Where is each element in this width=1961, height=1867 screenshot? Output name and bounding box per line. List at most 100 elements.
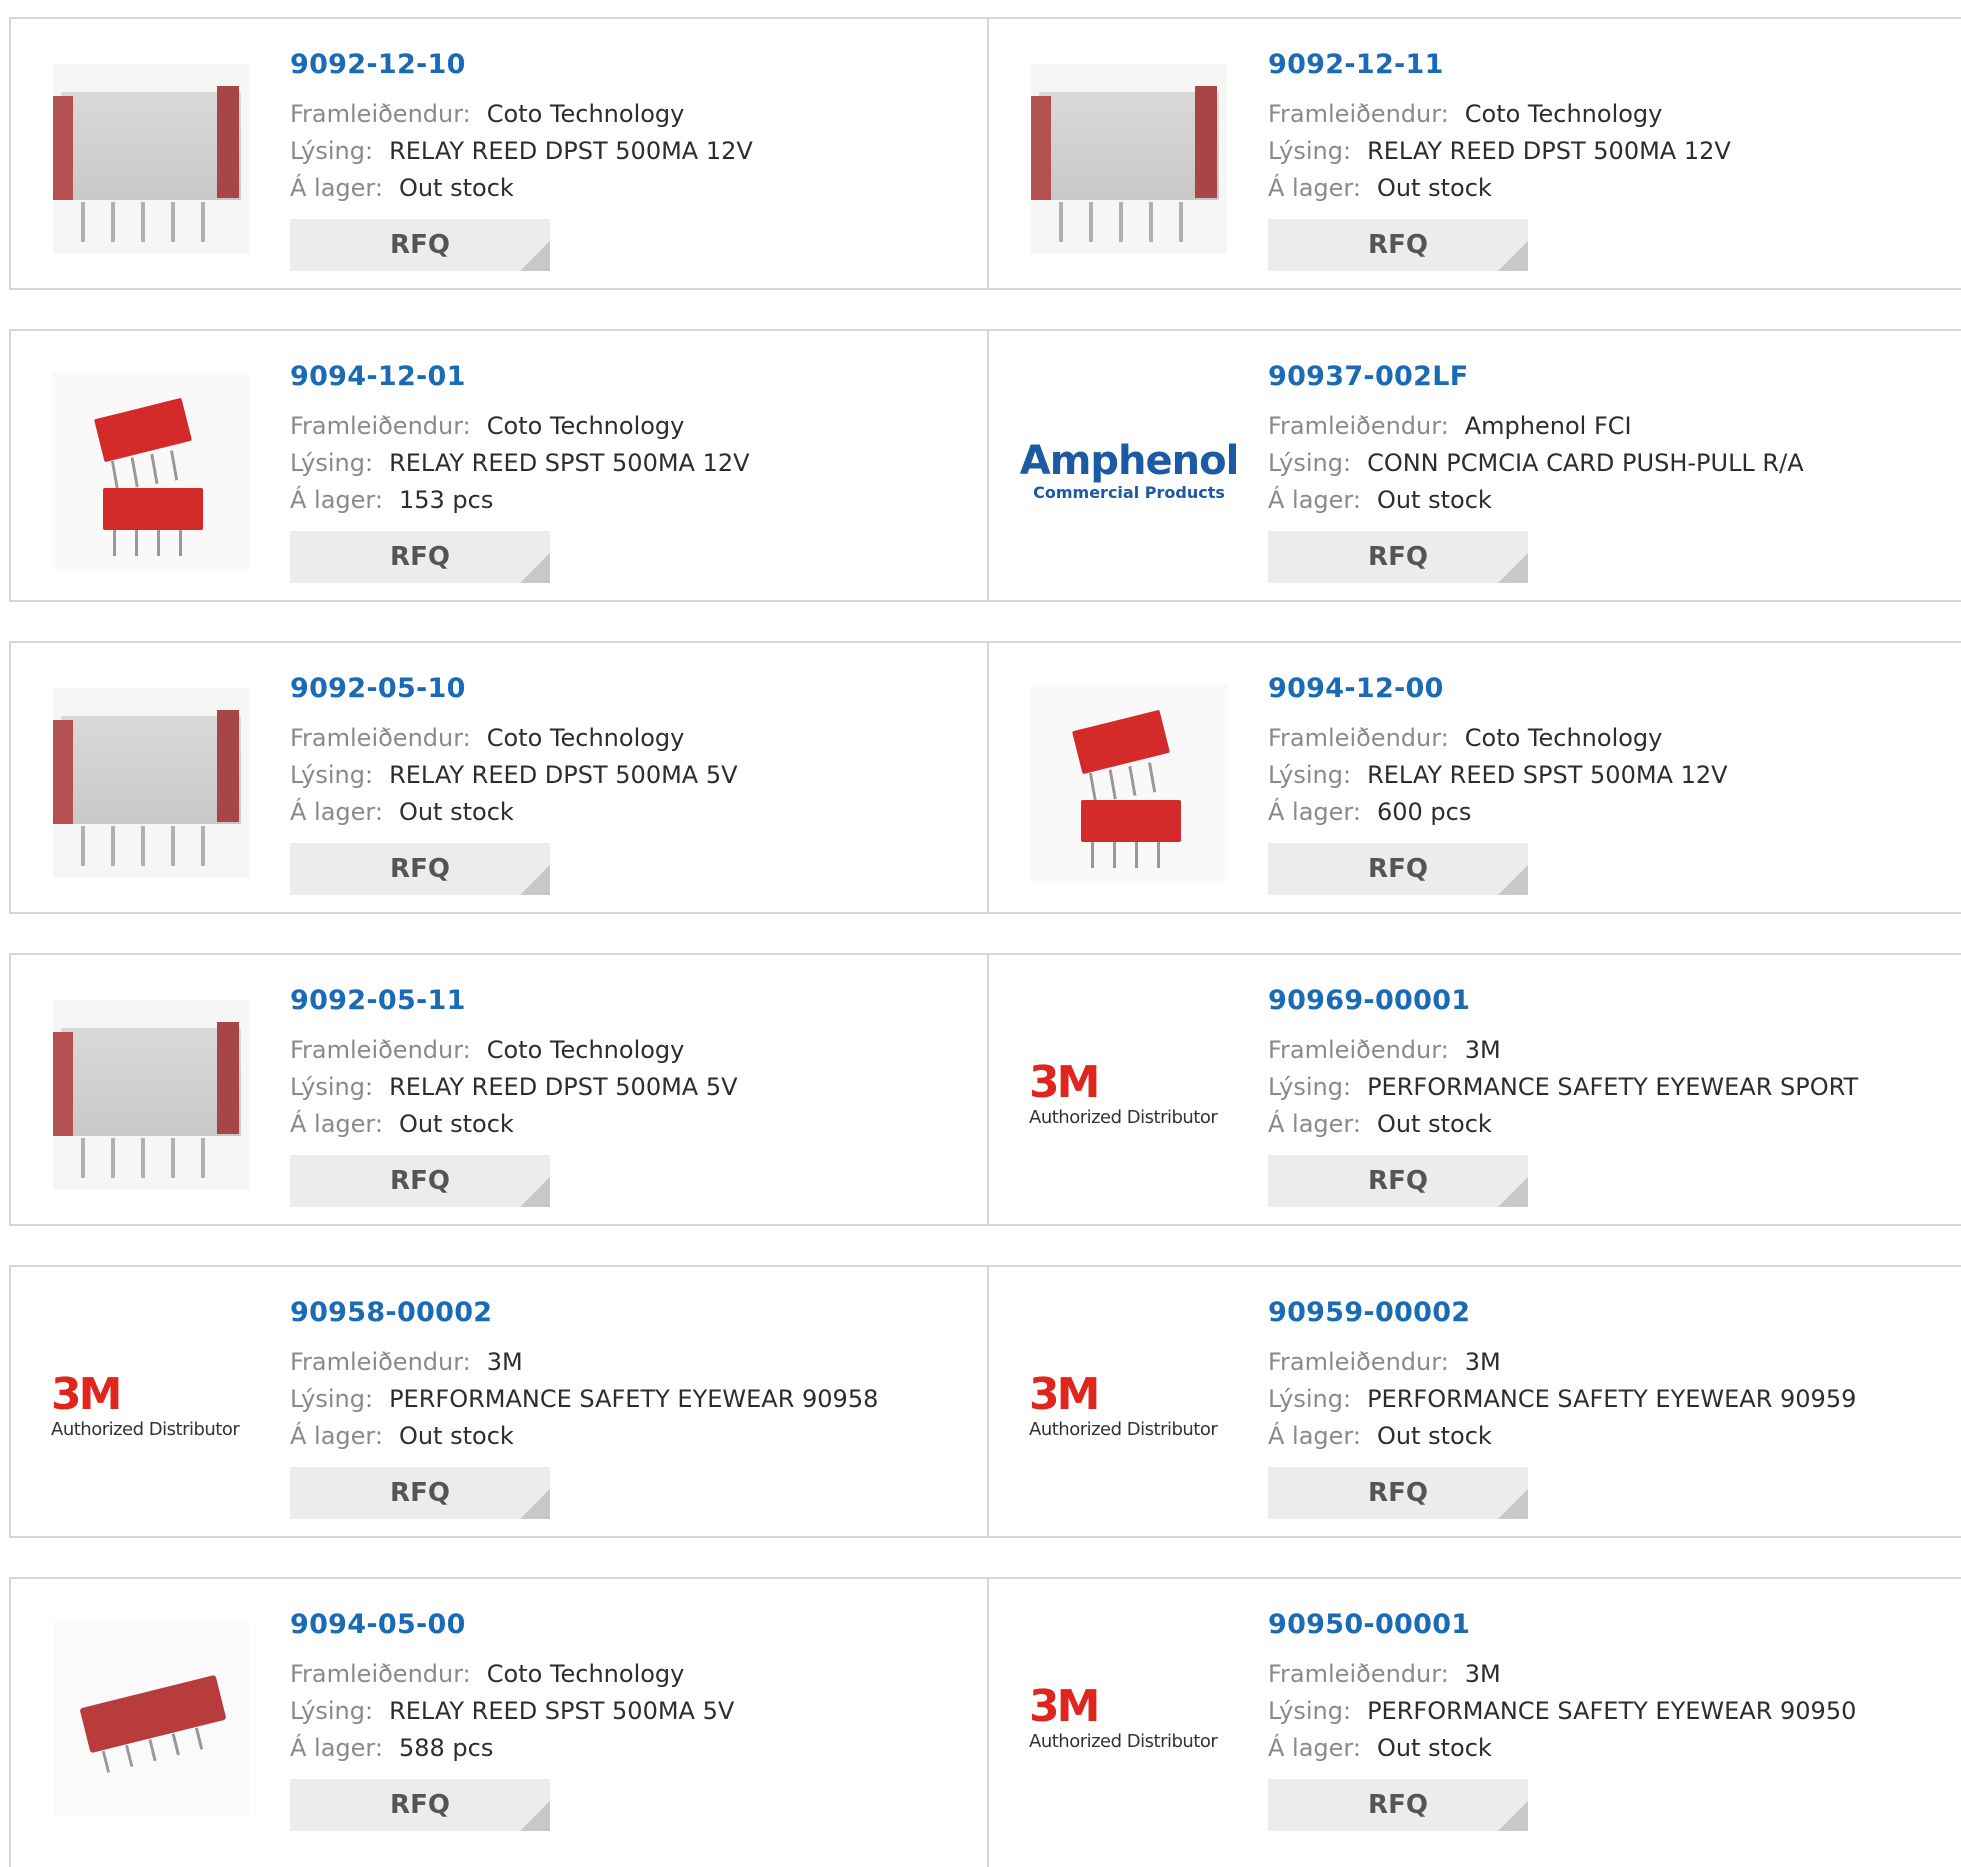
stock-label: Á lager:	[290, 486, 383, 514]
rfq-button[interactable]: RFQ	[1268, 1155, 1528, 1207]
manufacturer-value: Coto Technology	[486, 724, 685, 752]
description-value: RELAY REED DPST 500MA 5V	[389, 761, 738, 789]
description-field: Lýsing: PERFORMANCE SAFETY EYEWEAR SPORT	[1268, 1073, 1858, 1101]
relay-spst-icon	[1031, 685, 1227, 881]
stock-label: Á lager:	[1268, 174, 1361, 202]
product-image[interactable]	[51, 995, 251, 1195]
product-row: 9092-05-11 Framleiðendur: Coto Technology…	[9, 953, 1961, 1226]
manufacturer-label: Framleiðendur:	[1268, 1348, 1449, 1376]
amphenol-logo-line2: Commercial Products	[1033, 483, 1225, 502]
stock-field: Á lager: Out stock	[1268, 1422, 1492, 1450]
product-image[interactable]	[1029, 683, 1229, 883]
part-number-link[interactable]: 9092-12-10	[290, 49, 466, 80]
description-value: RELAY REED SPST 500MA 12V	[1367, 761, 1728, 789]
part-number-link[interactable]: 9094-05-00	[290, 1609, 466, 1640]
stock-value: Out stock	[398, 1422, 514, 1450]
description-field: Lýsing: PERFORMANCE SAFETY EYEWEAR 90958	[290, 1385, 878, 1413]
part-number-link[interactable]: 9092-05-11	[290, 985, 466, 1016]
product-row: 3M Authorized Distributor 90958-00002 Fr…	[9, 1265, 1961, 1538]
manufacturer-field: Framleiðendur: Amphenol FCI	[1268, 412, 1632, 440]
stock-label: Á lager:	[1268, 1422, 1361, 1450]
rfq-button[interactable]: RFQ	[290, 219, 550, 271]
rfq-button[interactable]: RFQ	[290, 1467, 550, 1519]
stock-field: Á lager: Out stock	[290, 1422, 514, 1450]
3m-logo-mark: 3M	[1029, 1681, 1100, 1732]
corner-triangle-icon	[520, 865, 550, 895]
description-field: Lýsing: RELAY REED SPST 500MA 5V	[290, 1697, 734, 1725]
manufacturer-field: Framleiðendur: Coto Technology	[290, 412, 684, 440]
corner-triangle-icon	[1498, 553, 1528, 583]
manufacturer-value: 3M	[1464, 1660, 1501, 1688]
part-number-link[interactable]: 90958-00002	[290, 1297, 492, 1328]
rfq-button[interactable]: RFQ	[290, 1779, 550, 1831]
manufacturer-value: Coto Technology	[486, 1660, 685, 1688]
part-number-link[interactable]: 9092-05-10	[290, 673, 466, 704]
stock-value: Out stock	[1376, 1734, 1492, 1762]
relay-flat-icon	[53, 1621, 249, 1817]
stock-label: Á lager:	[290, 1734, 383, 1762]
part-number-link[interactable]: 9094-12-00	[1268, 673, 1444, 704]
manufacturer-value: Coto Technology	[486, 100, 685, 128]
amphenol-logo-line1: Amphenol	[1019, 438, 1240, 484]
description-field: Lýsing: PERFORMANCE SAFETY EYEWEAR 90950	[1268, 1697, 1856, 1725]
description-value: RELAY REED DPST 500MA 5V	[389, 1073, 738, 1101]
product-image[interactable]	[51, 1619, 251, 1819]
rfq-button[interactable]: RFQ	[1268, 1779, 1528, 1831]
product-card: 9092-12-10 Framleiðendur: Coto Technology…	[11, 19, 989, 288]
product-row: 9094-05-00 Framleiðendur: Coto Technology…	[9, 1577, 1961, 1867]
product-image[interactable]	[51, 371, 251, 571]
relay-dpst-icon	[53, 688, 249, 878]
product-card: 9092-12-11 Framleiðendur: Coto Technology…	[989, 19, 1961, 288]
manufacturer-field: Framleiðendur: Coto Technology	[290, 100, 684, 128]
stock-label: Á lager:	[1268, 486, 1361, 514]
corner-triangle-icon	[520, 1177, 550, 1207]
rfq-button[interactable]: RFQ	[290, 843, 550, 895]
manufacturer-field: Framleiðendur: Coto Technology	[290, 1660, 684, 1688]
rfq-label: RFQ	[390, 542, 450, 572]
manufacturer-label: Framleiðendur:	[290, 1036, 471, 1064]
product-image[interactable]: 3M Authorized Distributor	[1029, 995, 1229, 1195]
corner-triangle-icon	[520, 1489, 550, 1519]
stock-label: Á lager:	[1268, 1734, 1361, 1762]
rfq-button[interactable]: RFQ	[290, 1155, 550, 1207]
description-value: PERFORMANCE SAFETY EYEWEAR 90950	[1367, 1697, 1857, 1725]
stock-value: 600 pcs	[1376, 798, 1472, 826]
product-image[interactable]: 3M Authorized Distributor	[51, 1307, 251, 1507]
rfq-button[interactable]: RFQ	[1268, 531, 1528, 583]
3m-logo: 3M Authorized Distributor	[51, 1372, 251, 1442]
description-value: RELAY REED DPST 500MA 12V	[1367, 137, 1731, 165]
3m-logo-caption: Authorized Distributor	[1029, 1731, 1218, 1752]
part-number-link[interactable]: 90959-00002	[1268, 1297, 1470, 1328]
3m-logo-mark: 3M	[1029, 1057, 1100, 1108]
rfq-button[interactable]: RFQ	[1268, 219, 1528, 271]
description-label: Lýsing:	[1268, 761, 1352, 789]
rfq-label: RFQ	[390, 1790, 450, 1820]
rfq-button[interactable]: RFQ	[1268, 1467, 1528, 1519]
stock-value: 153 pcs	[398, 486, 494, 514]
product-card: 3M Authorized Distributor 90959-00002 Fr…	[989, 1267, 1961, 1536]
part-number-link[interactable]: 90969-00001	[1268, 985, 1470, 1016]
manufacturer-field: Framleiðendur: 3M	[1268, 1348, 1501, 1376]
product-image[interactable]	[51, 683, 251, 883]
part-number-link[interactable]: 9092-12-11	[1268, 49, 1444, 80]
part-number-link[interactable]: 90937-002LF	[1268, 361, 1468, 392]
rfq-button[interactable]: RFQ	[290, 531, 550, 583]
rfq-button[interactable]: RFQ	[1268, 843, 1528, 895]
product-image[interactable]: 3M Authorized Distributor	[1029, 1619, 1229, 1819]
product-card: 9094-12-01 Framleiðendur: Coto Technology…	[11, 331, 989, 600]
description-label: Lýsing:	[1268, 1073, 1352, 1101]
product-card: 3M Authorized Distributor 90958-00002 Fr…	[11, 1267, 989, 1536]
part-number-link[interactable]: 90950-00001	[1268, 1609, 1470, 1640]
description-label: Lýsing:	[1268, 1697, 1352, 1725]
manufacturer-field: Framleiðendur: 3M	[1268, 1660, 1501, 1688]
stock-label: Á lager:	[290, 798, 383, 826]
product-image[interactable]: 3M Authorized Distributor	[1029, 1307, 1229, 1507]
product-image[interactable]	[1029, 59, 1229, 259]
product-image[interactable]	[51, 59, 251, 259]
stock-value: Out stock	[1376, 486, 1492, 514]
part-number-link[interactable]: 9094-12-01	[290, 361, 466, 392]
manufacturer-value: 3M	[486, 1348, 523, 1376]
product-image[interactable]: Amphenol Commercial Products	[1020, 371, 1240, 571]
3m-logo: 3M Authorized Distributor	[1029, 1060, 1229, 1130]
stock-label: Á lager:	[290, 1110, 383, 1138]
